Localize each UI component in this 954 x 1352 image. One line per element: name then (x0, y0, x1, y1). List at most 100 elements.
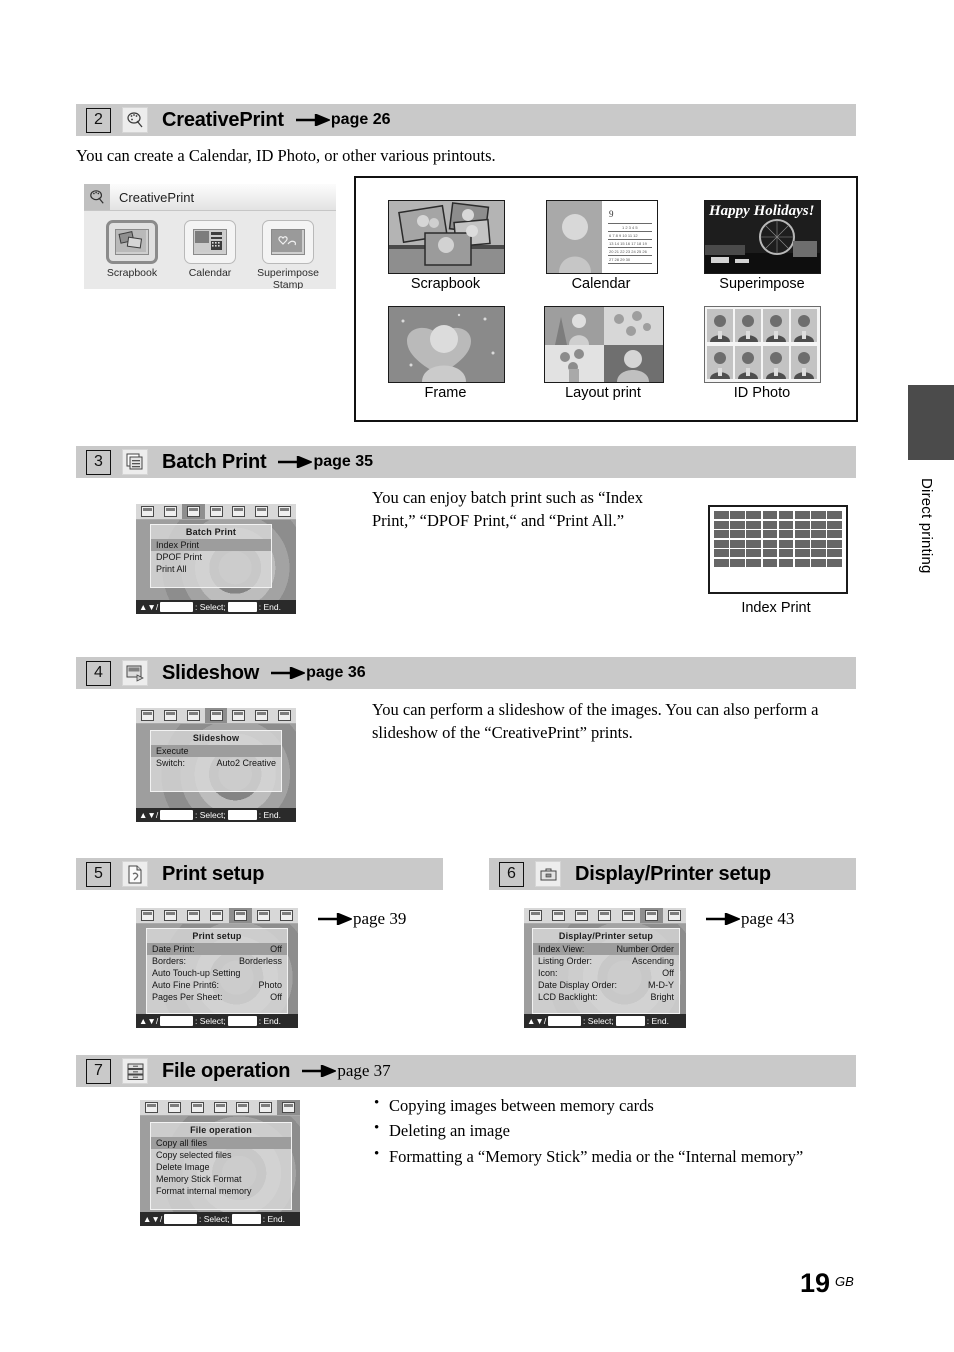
tab-print-setup-icon[interactable] (228, 908, 252, 923)
tab-print-setup-icon[interactable] (231, 1100, 254, 1115)
list-item: Deleting an image (372, 1118, 812, 1142)
display-printer-setup-lcd-screen: Display/Printer setup Index View: Number… (524, 908, 686, 1028)
tab-display-printer-setup-icon[interactable] (254, 1100, 277, 1115)
svg-text:9: 9 (609, 209, 614, 219)
tab-display-printer-setup-icon[interactable] (252, 908, 275, 923)
menu-row[interactable]: Index View: Number Order (533, 943, 679, 955)
section-title: CreativePrint (162, 108, 284, 131)
creativeprint-item-superimpose[interactable]: Superimpose Stamp (252, 220, 324, 289)
row-label: Memory Stick Format (156, 1174, 242, 1184)
tab-creativeprint-icon[interactable] (547, 908, 570, 923)
scrapbook-label: Scrapbook (106, 267, 158, 279)
tab-file-operation-icon[interactable] (273, 708, 296, 723)
superimpose-stamp-button[interactable] (262, 220, 314, 264)
menu-row[interactable]: Auto Touch-up Setting (147, 967, 287, 979)
tab-print-icon[interactable] (136, 908, 159, 923)
palette-icon (84, 184, 110, 210)
index-print-grid (710, 507, 846, 571)
section-title: File operation (162, 1059, 291, 1082)
tab-print-setup-icon[interactable] (227, 708, 250, 723)
menu-row[interactable]: Switch: Auto2 Creative (151, 757, 281, 769)
tab-print-icon[interactable] (524, 908, 547, 923)
calendar-icon (193, 229, 227, 255)
menu-row[interactable]: Pages Per Sheet: Off (147, 991, 287, 1003)
menu-row[interactable]: Icon: Off (533, 967, 679, 979)
side-tab-label: Direct printing (918, 478, 935, 574)
tab-creativeprint-icon[interactable] (163, 1100, 186, 1115)
menu-row[interactable]: Delete Image (151, 1161, 291, 1173)
menu-row[interactable]: Print All (151, 563, 271, 575)
svg-text:13 14 15 16 17 18 19: 13 14 15 16 17 18 19 (609, 241, 648, 246)
tab-file-operation-icon[interactable] (275, 908, 298, 923)
tab-creativeprint-icon[interactable] (159, 708, 182, 723)
row-label: LCD Backlight: (538, 992, 598, 1002)
tab-batch-print-icon[interactable] (182, 908, 205, 923)
menu-row[interactable]: Auto Fine Print6: Photo (147, 979, 287, 991)
creativeprint-menu-title: CreativePrint (119, 189, 195, 205)
row-label: Index Print (156, 540, 200, 550)
row-value: Off (662, 968, 674, 978)
nav-hint: ▲▼/ (139, 602, 159, 612)
tab-creativeprint-icon[interactable] (159, 504, 182, 519)
menu-row[interactable]: Borders: Borderless (147, 955, 287, 967)
lcd-footer-hints: ▲▼/ ENTER : Select; MENU : End. (136, 600, 296, 614)
tab-batch-print-icon[interactable] (181, 504, 205, 519)
creativeprint-item-scrapbook[interactable]: Scrapbook (96, 220, 168, 289)
tab-print-icon[interactable] (136, 708, 159, 723)
tab-slideshow-icon[interactable] (205, 908, 228, 923)
tab-batch-print-icon[interactable] (186, 1100, 209, 1115)
svg-text:6 7 8 9 10 11 12: 6 7 8 9 10 11 12 (609, 233, 638, 238)
lcd-tab-bar (136, 708, 296, 724)
tab-print-setup-icon[interactable] (617, 908, 640, 923)
menu-row[interactable]: Format internal memory (151, 1185, 291, 1197)
menu-row[interactable]: Date Print: Off (147, 943, 287, 955)
manual-page: 2 CreativePrint page 26 You can create a… (0, 0, 954, 1352)
calendar-button[interactable] (184, 220, 236, 264)
batch-print-menu: Batch Print Index Print DPOF Print Print… (150, 524, 272, 588)
tab-print-icon[interactable] (140, 1100, 163, 1115)
row-label: Copy selected files (156, 1150, 232, 1160)
tab-file-operation-icon[interactable] (663, 908, 686, 923)
section-number: 7 (86, 1058, 111, 1084)
enter-key: ENTER (160, 1016, 193, 1026)
print-setup-page-ref-row: page 39 (318, 909, 406, 929)
tab-batch-print-icon[interactable] (570, 908, 593, 923)
lcd-footer-hints: ▲▼/ ENTER : Select; MENU : End. (136, 808, 296, 822)
tab-file-operation-icon[interactable] (273, 504, 296, 519)
tab-file-operation-icon[interactable] (277, 1100, 300, 1115)
menu-row[interactable]: Index Print (151, 539, 271, 551)
nav-hint: ▲▼/ (527, 1016, 547, 1026)
tab-print-setup-icon[interactable] (227, 504, 250, 519)
row-label: Pages Per Sheet: (152, 992, 223, 1002)
menu-row[interactable]: Listing Order: Ascending (533, 955, 679, 967)
creativeprint-examples-panel: Scrapbook 9 1 2 3 4 5 6 7 8 9 10 11 12 1… (354, 176, 858, 422)
section-page-ref: page 37 (337, 1061, 391, 1080)
menu-row[interactable]: Date Display Order: M-D-Y (533, 979, 679, 991)
tab-batch-print-icon[interactable] (182, 708, 205, 723)
nav-hint: ▲▼/ (139, 810, 159, 820)
tab-slideshow-icon[interactable] (209, 1100, 232, 1115)
example-superimpose-caption: Superimpose (719, 276, 805, 292)
menu-row[interactable]: Copy selected files (151, 1149, 291, 1161)
tab-creativeprint-icon[interactable] (159, 908, 182, 923)
tab-slideshow-icon[interactable] (205, 504, 228, 519)
menu-row[interactable]: Memory Stick Format (151, 1173, 291, 1185)
batch-print-lcd-screen: Batch Print Index Print DPOF Print Print… (136, 504, 296, 614)
tab-display-printer-setup-icon[interactable] (639, 908, 663, 923)
tab-print-icon[interactable] (136, 504, 159, 519)
menu-row[interactable]: LCD Backlight: Bright (533, 991, 679, 1003)
print-setup-lcd-screen: Print setup Date Print: Off Borders: Bor… (136, 908, 298, 1028)
example-frame-image (388, 306, 505, 383)
row-label: Borders: (152, 956, 187, 966)
scrapbook-button[interactable] (106, 220, 158, 264)
tab-display-printer-setup-icon[interactable] (250, 708, 273, 723)
menu-row[interactable]: DPOF Print (151, 551, 271, 563)
tab-slideshow-icon[interactable] (593, 908, 616, 923)
creativeprint-item-calendar[interactable]: Calendar (174, 220, 246, 289)
row-label: Auto Fine Print6: (152, 980, 220, 990)
tab-display-printer-setup-icon[interactable] (250, 504, 273, 519)
tab-slideshow-icon[interactable] (204, 708, 228, 723)
row-label: Execute (156, 746, 189, 756)
menu-row[interactable]: Execute (151, 745, 281, 757)
menu-row[interactable]: Copy all files (151, 1137, 291, 1149)
